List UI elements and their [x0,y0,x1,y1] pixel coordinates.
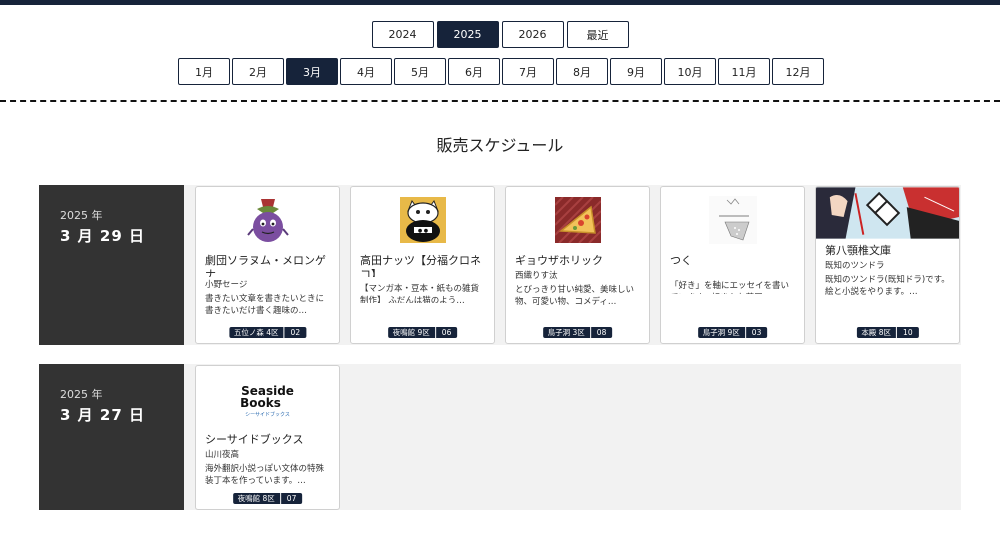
location-badge: 夜鳴館 9区 06 [387,327,458,338]
month-button-12[interactable]: 12月 [772,58,824,85]
badge-location: 五位ノ森 4区 [229,327,285,338]
card-description: 【マンガ本・豆本・紙もの雑貨制作】 ふだんは猫のよう… [360,284,480,303]
month-button-3[interactable]: 3月 [286,58,338,85]
badge-number: 06 [441,328,452,337]
card-title: 高田ナッツ【分福クロネコ】 [360,254,481,277]
sketch-illustration [661,195,804,245]
location-badge: 本殿 8区 10 [856,327,919,338]
month-button-6[interactable]: 6月 [448,58,500,85]
card-description: 「好き」を軸にエッセイを書いています。好きなお芝居… [670,281,790,294]
card-title: シーサイドブックス [205,433,304,446]
circle-card[interactable]: ギョウザホリック 西織りす汰 とびっきり甘い純愛、美味しい物、可愛い物、コメディ… [505,186,650,344]
badge-location: 鳥子洞 9区 [698,327,746,338]
location-badge: 鳥子洞 9区 03 [697,327,768,338]
card-title: 劇団ソラヌム・メロンゲナ [205,254,326,277]
date-row: 2025 年 3 月 27 日 Seaside Books シーサイドブックス … [39,364,961,510]
month-selector: 1月 2月 3月 4月 5月 6月 7月 8月 9月 10月 11月 12月 [178,58,824,85]
year-button-recent[interactable]: 最近 [566,21,629,48]
card-description: 書きたい文章を書きたいときに書きたいだけ書く趣味の… [205,294,325,316]
card-author: 山川夜高 [205,450,240,460]
month-button-9[interactable]: 9月 [610,58,662,85]
circle-card[interactable]: Seaside Books シーサイドブックス シーサイドブックス 山川夜高 海… [195,365,340,510]
card-description: 既知のツンドラ(既知ドラ)です。絵と小説をやります。… [825,275,950,297]
badge-number: 08 [596,328,607,337]
month-button-1[interactable]: 1月 [178,58,230,85]
month-button-4[interactable]: 4月 [340,58,392,85]
seaside-books-logo: Seaside Books シーサイドブックス [196,378,339,424]
card-description: とびっきり甘い純愛、美味しい物、可愛い物、コメディ… [515,285,635,307]
month-button-2[interactable]: 2月 [232,58,284,85]
year-button-2024[interactable]: 2024 [371,21,434,48]
circle-card[interactable]: 劇団ソラヌム・メロンゲナ 小野セージ 書きたい文章を書きたいときに書きたいだけ書… [195,186,340,344]
card-author: 西織りす汰 [515,271,558,281]
card-title: 第八顎椎文庫 [825,244,891,257]
badge-number: 07 [286,494,297,503]
svg-text:● ●: ● ● [417,228,428,234]
date-day: 3 月 27 日 [60,406,145,424]
badge-location: 鳥子洞 3区 [543,327,591,338]
logo-text: Seaside [241,383,294,398]
card-list: Seaside Books シーサイドブックス シーサイドブックス 山川夜高 海… [184,364,340,510]
dashed-divider [0,100,1000,102]
date-label: 2025 年 3 月 29 日 [39,185,184,345]
month-button-11[interactable]: 11月 [718,58,770,85]
card-title: ギョウザホリック [515,254,603,267]
card-author: 既知のツンドラ [825,261,885,271]
month-button-5[interactable]: 5月 [394,58,446,85]
top-bar [0,0,1000,5]
card-title: つく [670,254,692,267]
card-author: 小野セージ [205,280,248,290]
card-list: 劇団ソラヌム・メロンゲナ 小野セージ 書きたい文章を書きたいときに書きたいだけ書… [184,185,960,345]
date-day: 3 月 29 日 [60,227,145,245]
month-button-10[interactable]: 10月 [664,58,716,85]
date-row: 2025 年 3 月 29 日 劇団ソラヌム・メロンゲナ 小野セージ 書きたい文… [39,185,961,345]
circle-card[interactable]: ● ● 高田ナッツ【分福クロネコ】 【マンガ本・豆本・紙もの雑貨制作】 ふだんは… [350,186,495,344]
month-button-7[interactable]: 7月 [502,58,554,85]
badge-number: 10 [903,328,913,337]
location-badge: 夜鳴館 8区 07 [232,493,303,504]
logo-text: Books [240,395,281,410]
pizza-illustration [506,195,649,245]
date-label: 2025 年 3 月 27 日 [39,364,184,510]
location-badge: 鳥子洞 3区 08 [542,327,613,338]
year-selector: 2024 2025 2026 最近 [0,21,1000,48]
manga-illustration [816,187,959,239]
badge-location: 夜鳴館 8区 [233,493,281,504]
date-year: 2025 年 [60,209,103,222]
eggplant-illustration [196,195,339,245]
page-title: 販売スケジュール [436,136,564,155]
badge-location: 本殿 8区 [856,327,898,338]
logo-subtext: シーサイドブックス [245,411,290,418]
badge-number: 03 [751,328,762,337]
circle-card[interactable]: つく 「好き」を軸にエッセイを書いています。好きなお芝居… 鳥子洞 9区 03 [660,186,805,344]
location-badge: 五位ノ森 4区 02 [228,327,307,338]
year-button-2025[interactable]: 2025 [436,21,499,48]
circle-card[interactable]: 第八顎椎文庫 既知のツンドラ 既知のツンドラ(既知ドラ)です。絵と小説をやります… [815,186,960,344]
card-description: 海外翻訳小説っぽい文体の特殊装丁本を作っています。… [205,464,325,486]
date-year: 2025 年 [60,388,103,401]
year-button-2026[interactable]: 2026 [501,21,564,48]
cat-illustration: ● ● [351,195,494,245]
badge-number: 02 [290,328,301,337]
badge-location: 夜鳴館 9区 [388,327,436,338]
month-button-8[interactable]: 8月 [556,58,608,85]
